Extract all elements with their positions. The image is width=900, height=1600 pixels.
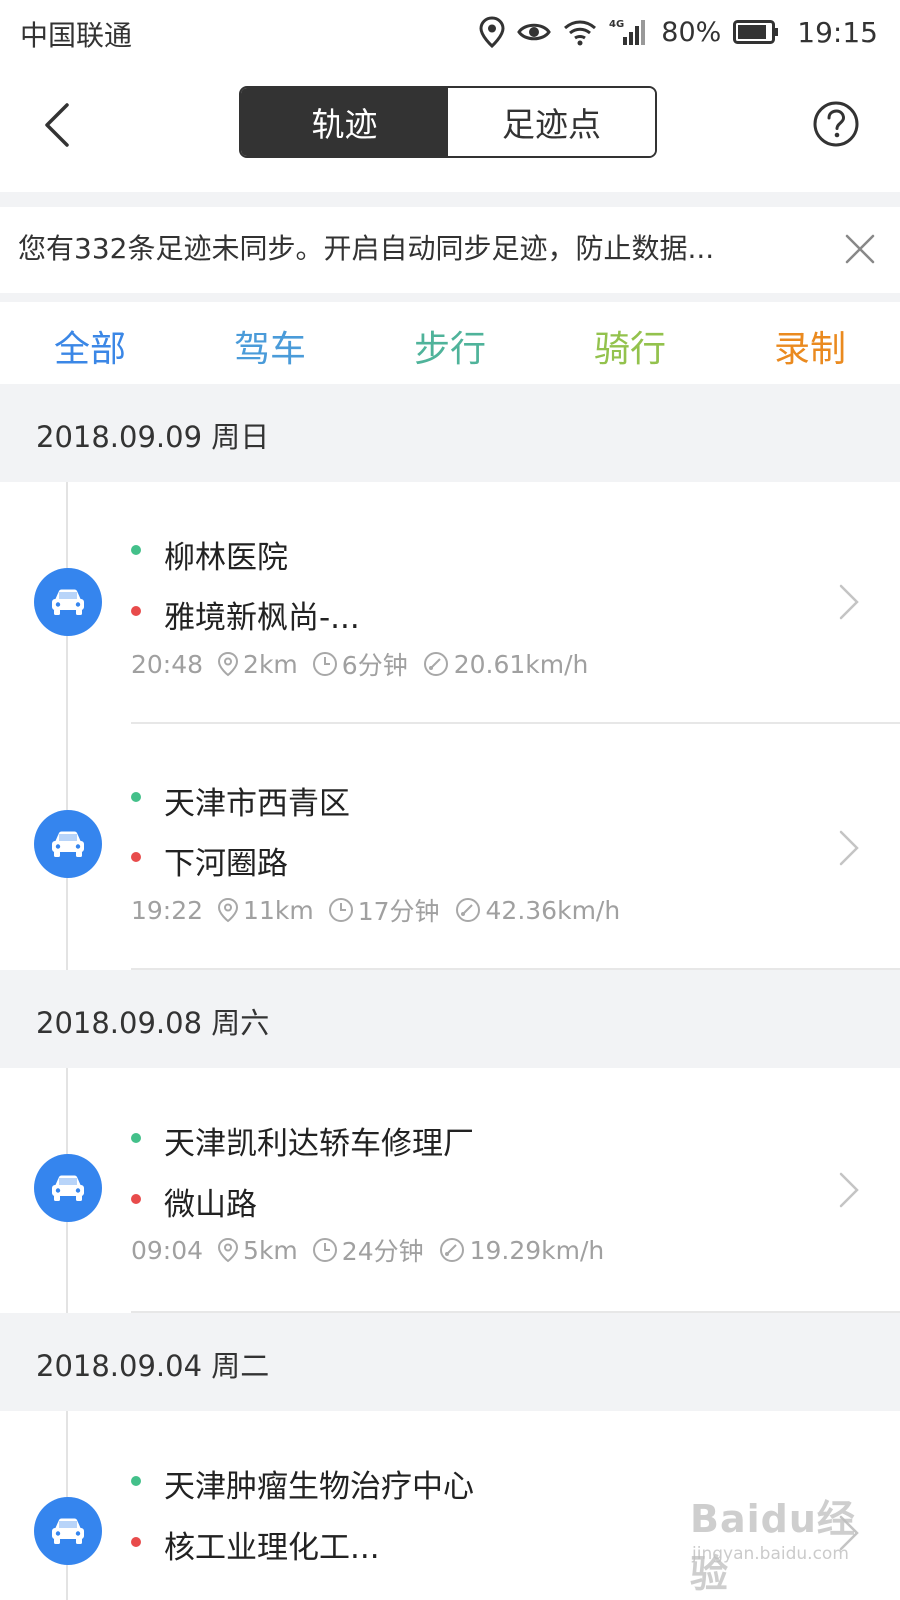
date-group-header: 2018.09.09 周日 — [0, 384, 900, 482]
start-point-dot — [131, 1133, 141, 1143]
trip-row[interactable]: 天津肿瘤生物治疗中心 核工业理化工... — [0, 1411, 900, 1600]
trip-speed: 20.61km/h — [453, 649, 589, 679]
view-mode-switch: 轨迹 足迹点 — [239, 86, 657, 158]
tab-all[interactable]: 全部 — [0, 302, 180, 390]
car-icon — [34, 1497, 102, 1565]
end-point-dot — [131, 606, 141, 616]
trip-duration: 24分钟 — [341, 1237, 424, 1266]
screen: 中国联通 4G 80% 19:15 轨迹 足迹点 您有332条足迹未同步。开启自… — [0, 0, 900, 1600]
date-group-header: 2018.09.08 周六 — [0, 970, 900, 1068]
chevron-left-icon — [41, 102, 71, 152]
tab-recording[interactable]: 录制 — [720, 302, 900, 390]
trip-time: 20:48 — [131, 649, 204, 679]
car-icon — [34, 1154, 102, 1222]
trip-speed: 42.36km/h — [485, 895, 621, 925]
trip-speed: 19.29km/h — [469, 1235, 605, 1265]
trip-row[interactable]: 天津市西青区 下河圈路 19:22 11km 17分钟 42.36km/h — [0, 728, 900, 978]
date-group-header: 2018.09.04 周二 — [0, 1313, 900, 1411]
trip-type-tabs: 全部 驾车 步行 骑行 录制 — [0, 302, 900, 390]
tab-walking-label: 步行 — [413, 329, 486, 370]
date-label: 2018.09.08 周六 — [36, 1006, 270, 1040]
trip-duration: 17分钟 — [357, 897, 440, 926]
question-mark-icon — [812, 100, 860, 152]
tab-cycling[interactable]: 骑行 — [540, 302, 720, 390]
wifi-icon — [563, 18, 597, 46]
trip-row[interactable]: 天津凯利达轿车修理厂 微山路 09:04 5km 24分钟 19.29km/h — [0, 1068, 900, 1318]
distance-pin-icon — [218, 651, 239, 677]
date-label: 2018.09.04 周二 — [36, 1349, 270, 1383]
end-location: 雅境新枫尚-... — [164, 600, 360, 636]
close-icon — [844, 233, 876, 269]
notice-close-button[interactable] — [840, 231, 880, 271]
clock-icon — [328, 898, 353, 922]
tab-walking[interactable]: 步行 — [360, 302, 540, 390]
sync-notice-bar[interactable]: 您有332条足迹未同步。开启自动同步足迹，防止数据... — [0, 207, 900, 293]
end-point-dot — [131, 1194, 141, 1204]
end-location: 微山路 — [164, 1187, 257, 1223]
carrier-name: 中国联通 — [20, 19, 133, 52]
tab-recording-label: 录制 — [773, 329, 846, 370]
clock-icon — [312, 652, 337, 676]
end-location: 下河圈路 — [164, 846, 288, 882]
battery-percent: 80% — [661, 16, 722, 48]
distance-pin-icon — [218, 1237, 239, 1263]
separator-band — [0, 293, 900, 302]
car-icon — [34, 568, 102, 636]
trip-stats: 09:04 5km 24分钟 19.29km/h — [131, 1232, 604, 1268]
car-icon — [34, 810, 102, 878]
tab-driving[interactable]: 驾车 — [180, 302, 360, 390]
start-point-dot — [131, 545, 141, 555]
tab-cycling-label: 骑行 — [593, 329, 666, 370]
trip-time: 19:22 — [131, 895, 204, 925]
start-location: 柳林医院 — [164, 540, 288, 576]
start-location: 天津市西青区 — [164, 786, 350, 822]
eye-icon — [517, 19, 552, 45]
back-button[interactable] — [32, 94, 80, 160]
speedometer-icon — [455, 898, 480, 922]
chevron-right-icon — [836, 1511, 862, 1555]
chevron-right-icon — [836, 580, 862, 624]
start-point-dot — [131, 792, 141, 802]
trip-time: 09:04 — [131, 1235, 204, 1265]
end-point-dot — [131, 1537, 141, 1547]
chevron-right-icon — [836, 1168, 862, 1212]
tab-all-label: 全部 — [53, 329, 126, 370]
status-bar: 中国联通 4G 80% 19:15 — [0, 0, 900, 64]
battery-icon — [733, 20, 779, 44]
sync-notice-text: 您有332条足迹未同步。开启自动同步足迹，防止数据... — [18, 232, 715, 265]
clock-icon — [312, 1238, 337, 1262]
trip-stats: 19:22 11km 17分钟 42.36km/h — [131, 892, 620, 928]
help-button[interactable] — [812, 100, 860, 152]
location-pin-icon — [479, 16, 505, 48]
chevron-right-icon — [836, 826, 862, 870]
date-label: 2018.09.09 周日 — [36, 420, 270, 454]
start-location: 天津凯利达轿车修理厂 — [164, 1126, 474, 1162]
separator-band — [0, 192, 900, 207]
signal-4g-icon: 4G — [609, 17, 647, 47]
distance-pin-icon — [218, 897, 239, 923]
trip-duration: 6分钟 — [341, 651, 408, 680]
trip-distance: 5km — [243, 1235, 298, 1265]
speedometer-icon — [423, 652, 448, 676]
header: 轨迹 足迹点 — [0, 64, 900, 192]
network-type-label: 4G — [609, 19, 624, 30]
tab-driving-label: 驾车 — [233, 329, 306, 370]
segment-footprints[interactable]: 足迹点 — [448, 88, 655, 156]
trip-distance: 11km — [243, 895, 314, 925]
start-location: 天津肿瘤生物治疗中心 — [164, 1469, 474, 1505]
start-point-dot — [131, 1476, 141, 1486]
segment-track[interactable]: 轨迹 — [241, 88, 448, 156]
clock: 19:15 — [797, 15, 878, 49]
end-location: 核工业理化工... — [164, 1530, 380, 1566]
row-divider — [131, 722, 900, 724]
trip-distance: 2km — [243, 649, 298, 679]
trip-stats: 20:48 2km 6分钟 20.61km/h — [131, 646, 588, 682]
trip-row[interactable]: 柳林医院 雅境新枫尚-... 20:48 2km 6分钟 20.61km/h — [0, 482, 900, 732]
speedometer-icon — [439, 1238, 464, 1262]
status-icons: 4G 80% 19:15 — [479, 10, 878, 54]
end-point-dot — [131, 852, 141, 862]
